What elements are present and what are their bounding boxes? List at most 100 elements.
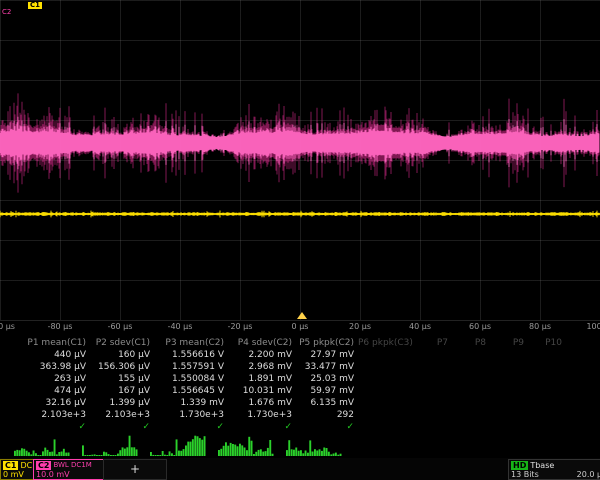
histicon-bar (241, 445, 243, 456)
measure-value: 10.031 mV (228, 385, 296, 397)
measure-header[interactable]: P5 pkpk(C2) (296, 337, 358, 349)
histicon-bar (44, 448, 46, 456)
histicon-bar (112, 455, 114, 456)
measure-value: 2.103e+3 (2, 409, 90, 421)
histicon-bar (122, 447, 124, 456)
histicon-bar (14, 451, 16, 456)
oscilloscope-screen: C1 C2 -100 µs-80 µs-60 µs-40 µs-20 µs0 µ… (0, 0, 600, 480)
measure-value: 1.550084 V (154, 373, 228, 385)
histicon-bar (225, 442, 227, 456)
axis-label: -100 µs (0, 322, 15, 331)
measure-value (452, 373, 490, 385)
measure-value (528, 385, 566, 397)
measure-value (528, 373, 566, 385)
measure-histicon[interactable] (82, 432, 138, 456)
trace-label-c2: C2 (2, 9, 11, 16)
measure-header[interactable]: P9 (490, 337, 528, 349)
histicon-bar (54, 439, 56, 456)
histicon-bar (227, 446, 229, 456)
histicon-bar (63, 449, 65, 456)
measure-value: 1.891 mV (228, 373, 296, 385)
measure-header[interactable]: P3 mean(C2) (154, 337, 228, 349)
timebase-bits: 13 Bits (511, 470, 539, 479)
histicon-bar (65, 453, 67, 456)
histicon-bar (199, 438, 201, 456)
measure-header[interactable]: P6 pkpk(C3) (358, 337, 414, 349)
trigger-position-marker[interactable] (297, 312, 307, 319)
measure-value (452, 409, 490, 421)
c1-offset: 0 mV (3, 470, 33, 479)
measure-header[interactable]: P8 (452, 337, 490, 349)
trace-label-c1: C1 (28, 2, 42, 9)
histicon-bar (133, 447, 135, 456)
measure-value: 1.339 mV (154, 397, 228, 409)
histicon-bar (300, 450, 302, 456)
histicon-bar (105, 452, 107, 456)
measure-value (414, 361, 452, 373)
histicon-bar (323, 448, 325, 457)
channel-chip-c2: C2 (36, 461, 51, 470)
axis-label: 0 µs (292, 322, 309, 331)
measure-status (452, 421, 490, 433)
histicon-bar (94, 454, 96, 456)
histicon-bar (187, 442, 189, 456)
histicon-bar (253, 454, 255, 456)
histicon-bar (192, 439, 194, 456)
measure-value (490, 373, 528, 385)
measure-status (528, 421, 566, 433)
measure-value (452, 349, 490, 361)
c2-scale: 10.0 mV (36, 470, 102, 479)
measure-value: 263 µV (2, 373, 90, 385)
histicon-bar (117, 454, 119, 456)
measure-value: 363.98 µV (2, 361, 90, 373)
histicon-bar (61, 452, 63, 457)
channel-descriptor-c2[interactable]: C2 BWL DC1M 10.0 mV (33, 459, 105, 480)
histicon-bar (197, 436, 199, 456)
measure-status (414, 421, 452, 433)
histicon-bar (89, 455, 91, 456)
measure-value: 1.556645 V (154, 385, 228, 397)
histicon-bar (326, 448, 328, 456)
histicon-bar (108, 454, 110, 456)
histicon-bar (164, 455, 166, 456)
measure-value: 1.730e+3 (154, 409, 228, 421)
histicon-bar (42, 451, 44, 456)
histicon-bar (239, 444, 241, 456)
timebase-descriptor[interactable]: HD Tbase 13 Bits 20.0 µs/div (508, 459, 600, 480)
measure-histicon[interactable] (286, 432, 342, 456)
histicon-bar (307, 453, 309, 456)
histicon-bar (58, 452, 60, 456)
channel-descriptor-c1[interactable]: C1 DC1M 0 mV (0, 459, 36, 480)
measure-header[interactable]: P1 mean(C1) (2, 337, 90, 349)
histicon-bar (246, 450, 248, 456)
histicon-bar (293, 450, 295, 456)
add-trace-button[interactable]: + (103, 459, 167, 480)
histicon-bar (110, 455, 112, 456)
axis-label: -20 µs (228, 322, 253, 331)
measure-value: 1.556616 V (154, 349, 228, 361)
measure-histicon[interactable] (218, 432, 274, 456)
measure-value: 440 µV (2, 349, 90, 361)
measure-value (414, 349, 452, 361)
histicon-bar (312, 452, 314, 457)
histicon-bar (272, 454, 274, 456)
measure-value: 474 µV (2, 385, 90, 397)
measure-histicon[interactable] (150, 432, 206, 456)
histicon-bar (150, 452, 152, 456)
measure-value: 155 µV (90, 373, 154, 385)
histicon-bar (333, 454, 335, 457)
histicon-bar (180, 451, 182, 456)
measure-header[interactable]: P4 sdev(C2) (228, 337, 296, 349)
histicon-bar (162, 451, 164, 456)
measure-value: 32.16 µV (2, 397, 90, 409)
measure-value: 156.306 µV (90, 361, 154, 373)
histicon-bar (98, 455, 100, 456)
measure-histicon[interactable] (14, 432, 70, 456)
measure-header[interactable]: P2 sdev(C1) (90, 337, 154, 349)
histicon-bar (176, 439, 178, 456)
measure-header[interactable]: P10 (528, 337, 566, 349)
histicon-bar (35, 453, 37, 456)
measure-header[interactable]: P7 (414, 337, 452, 349)
histicon-bar (234, 445, 236, 456)
histicon-bar (298, 451, 300, 456)
